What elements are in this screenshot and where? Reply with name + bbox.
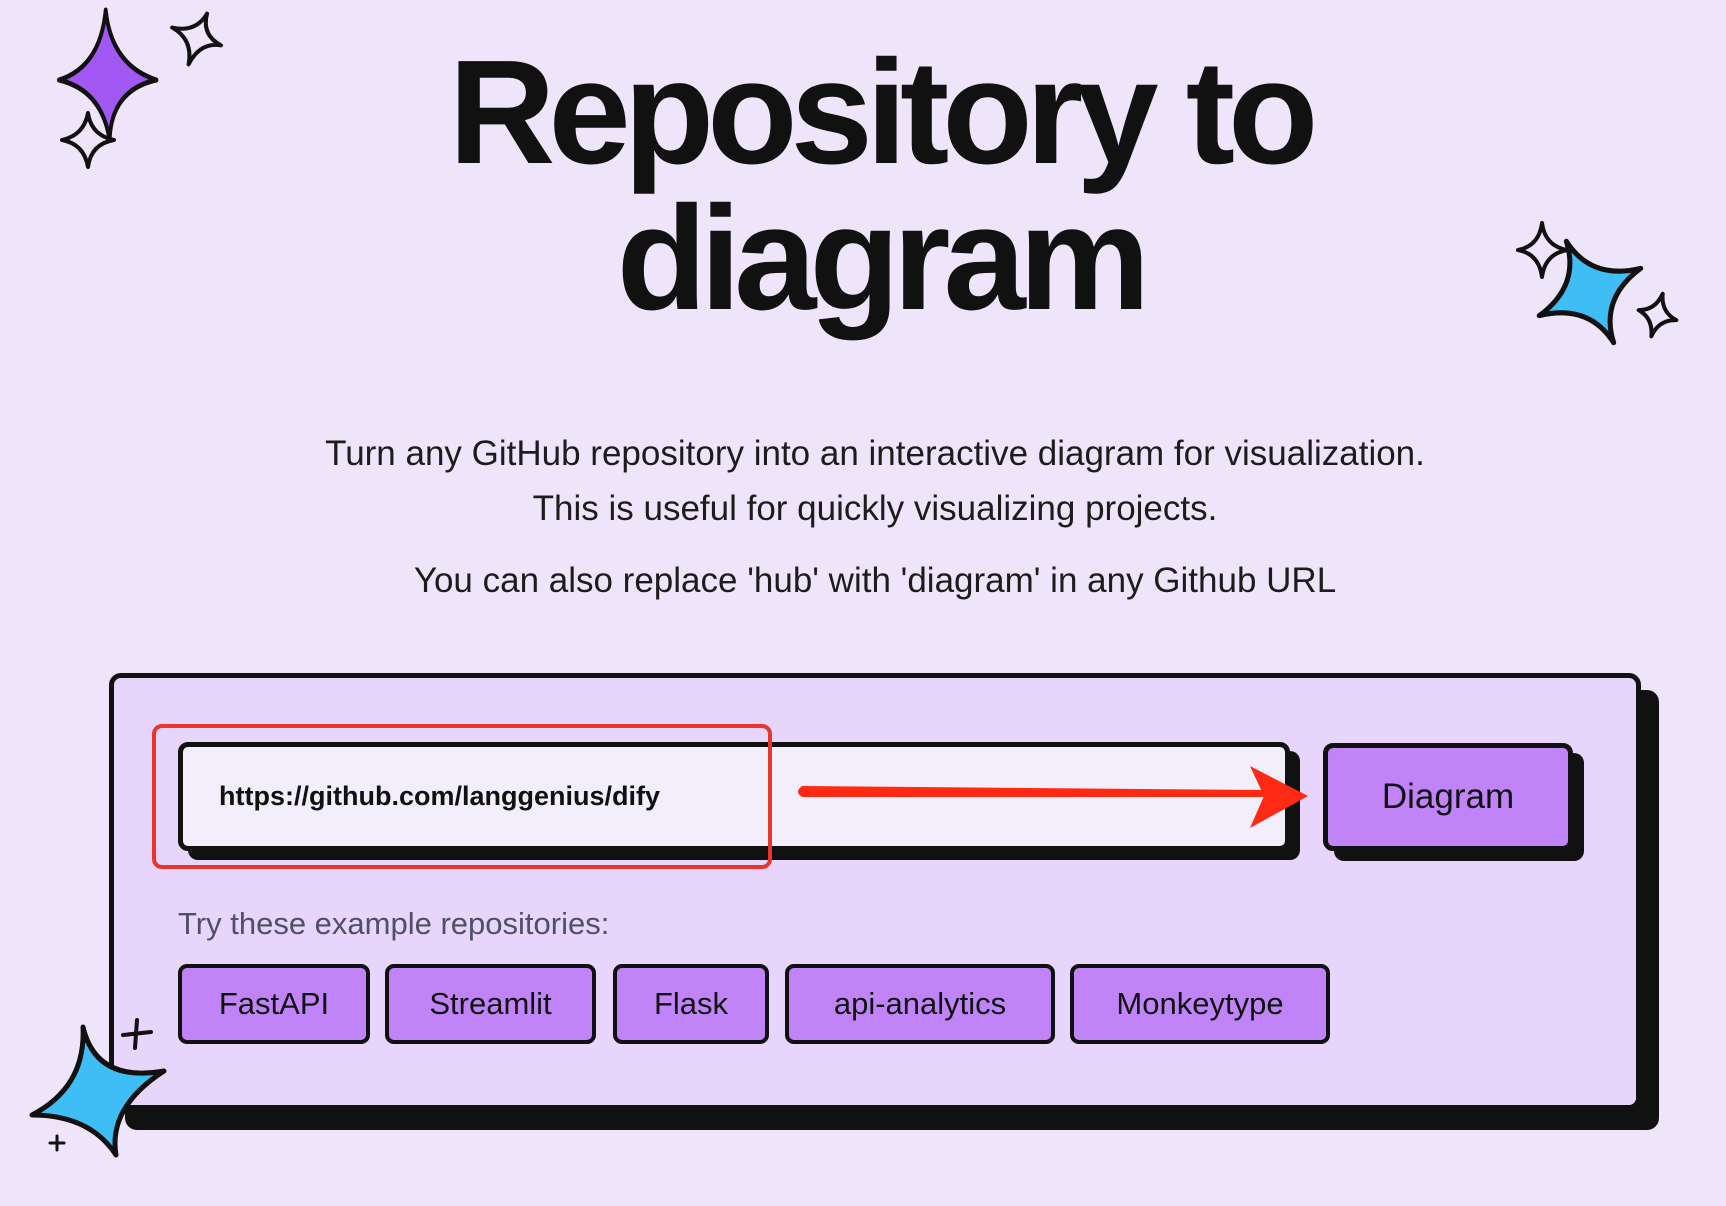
repo-form-card [109, 673, 1641, 1110]
description-line3: You can also replace 'hub' with 'diagram… [413, 561, 1337, 600]
sparkle-outline-icon [60, 111, 116, 169]
sparkle-outline-icon [1636, 291, 1679, 339]
plus-icon [48, 1134, 66, 1152]
sparkle-blue-icon [1536, 238, 1644, 346]
examples-label: Try these example repositories: [178, 906, 610, 941]
page-title-line2: diagram [616, 176, 1151, 341]
description-line1: Turn any GitHub repository into an inter… [325, 434, 1425, 473]
example-streamlit-button[interactable]: Streamlit [385, 964, 596, 1044]
example-monkeytype-button[interactable]: Monkeytype [1070, 964, 1330, 1044]
plus-icon [121, 1018, 153, 1050]
example-api-analytics-button[interactable]: api-analytics [785, 964, 1055, 1044]
example-fastapi-button[interactable]: FastAPI [178, 964, 370, 1044]
example-flask-button[interactable]: Flask [613, 964, 769, 1044]
page-title: Repository to diagram [380, 30, 1380, 341]
red-arrow-icon [798, 766, 1308, 828]
sparkle-outline-icon [170, 11, 224, 67]
diagram-button[interactable]: Diagram [1323, 743, 1573, 851]
description-line2: This is useful for quickly visualizing p… [532, 489, 1218, 528]
page-title-line1: Repository to [448, 30, 1319, 195]
